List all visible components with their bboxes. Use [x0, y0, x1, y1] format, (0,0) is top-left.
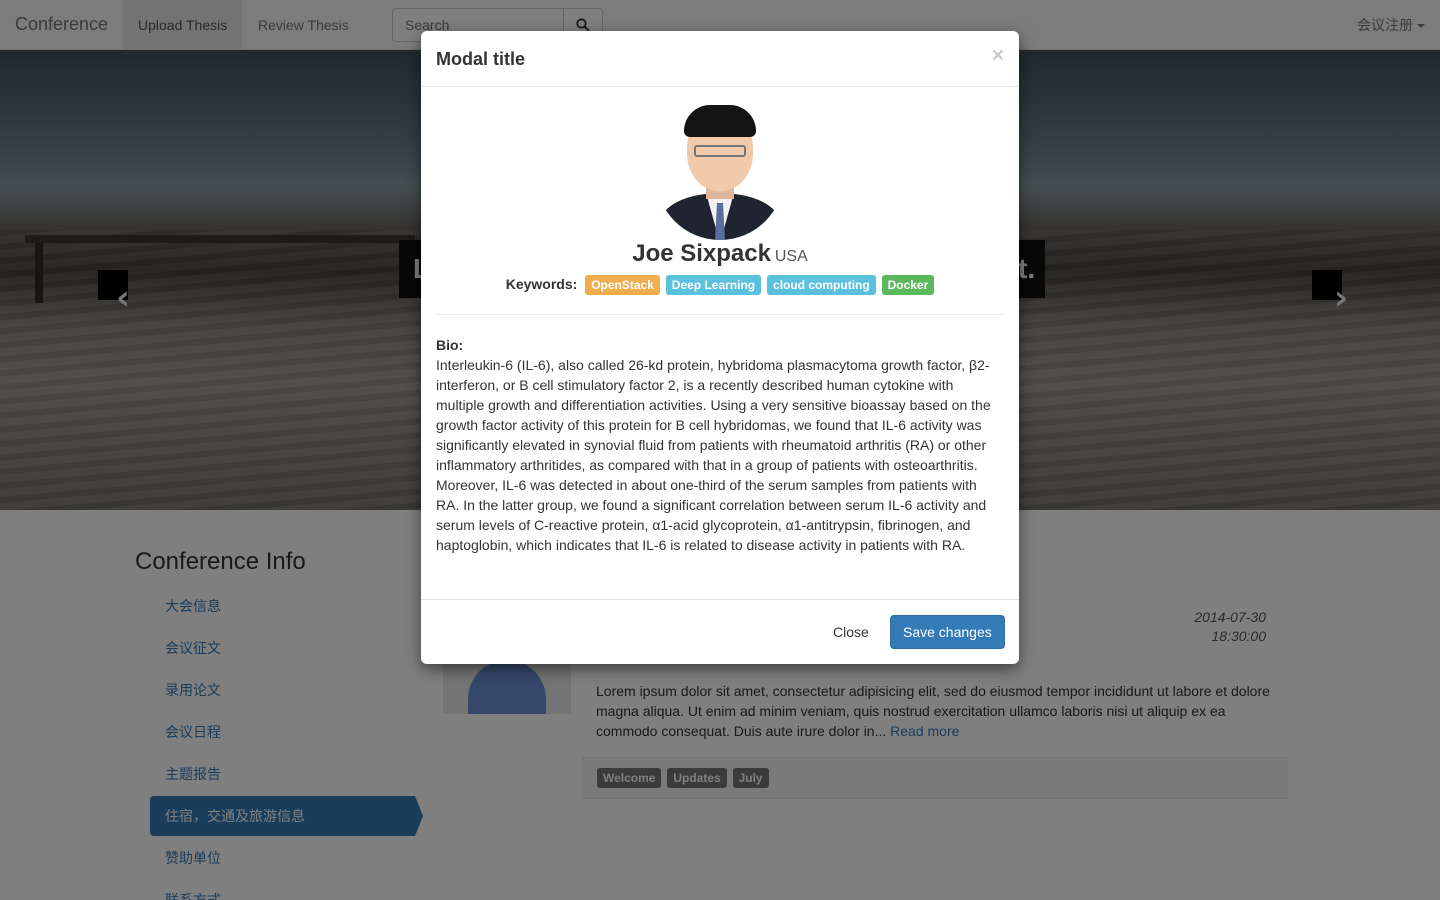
keyword-badge: Docker: [881, 275, 935, 295]
speaker-modal: Modal title × Joe Sixpack USA Keywords: …: [421, 31, 1019, 664]
speaker-photo: [656, 105, 784, 240]
speaker-bio: Bio: Interleukin-6 (IL-6), also called 2…: [421, 315, 1019, 555]
speaker-name-line: Joe Sixpack USA: [421, 240, 1019, 268]
bio-text: Interleukin-6 (IL-6), also called 26-kd …: [436, 357, 991, 553]
bio-label: Bio:: [436, 337, 464, 353]
keyword-badge: OpenStack: [585, 275, 660, 295]
modal-footer: Close Save changes: [421, 599, 1019, 664]
modal-title: Modal title: [436, 49, 525, 69]
speaker-country: USA: [774, 248, 808, 265]
modal-header: Modal title ×: [421, 31, 1019, 87]
speaker-profile: Joe Sixpack USA Keywords: OpenStack Deep…: [421, 87, 1019, 296]
close-icon[interactable]: ×: [992, 45, 1004, 66]
close-button[interactable]: Close: [820, 615, 882, 649]
keyword-badge: cloud computing: [767, 275, 876, 295]
save-changes-button[interactable]: Save changes: [890, 615, 1005, 649]
keywords-label: Keywords:: [505, 276, 578, 292]
speaker-name: Joe Sixpack: [632, 240, 771, 267]
keyword-badge: Deep Learning: [665, 275, 762, 295]
keywords-row: Keywords: OpenStack Deep Learning cloud …: [421, 274, 1019, 296]
